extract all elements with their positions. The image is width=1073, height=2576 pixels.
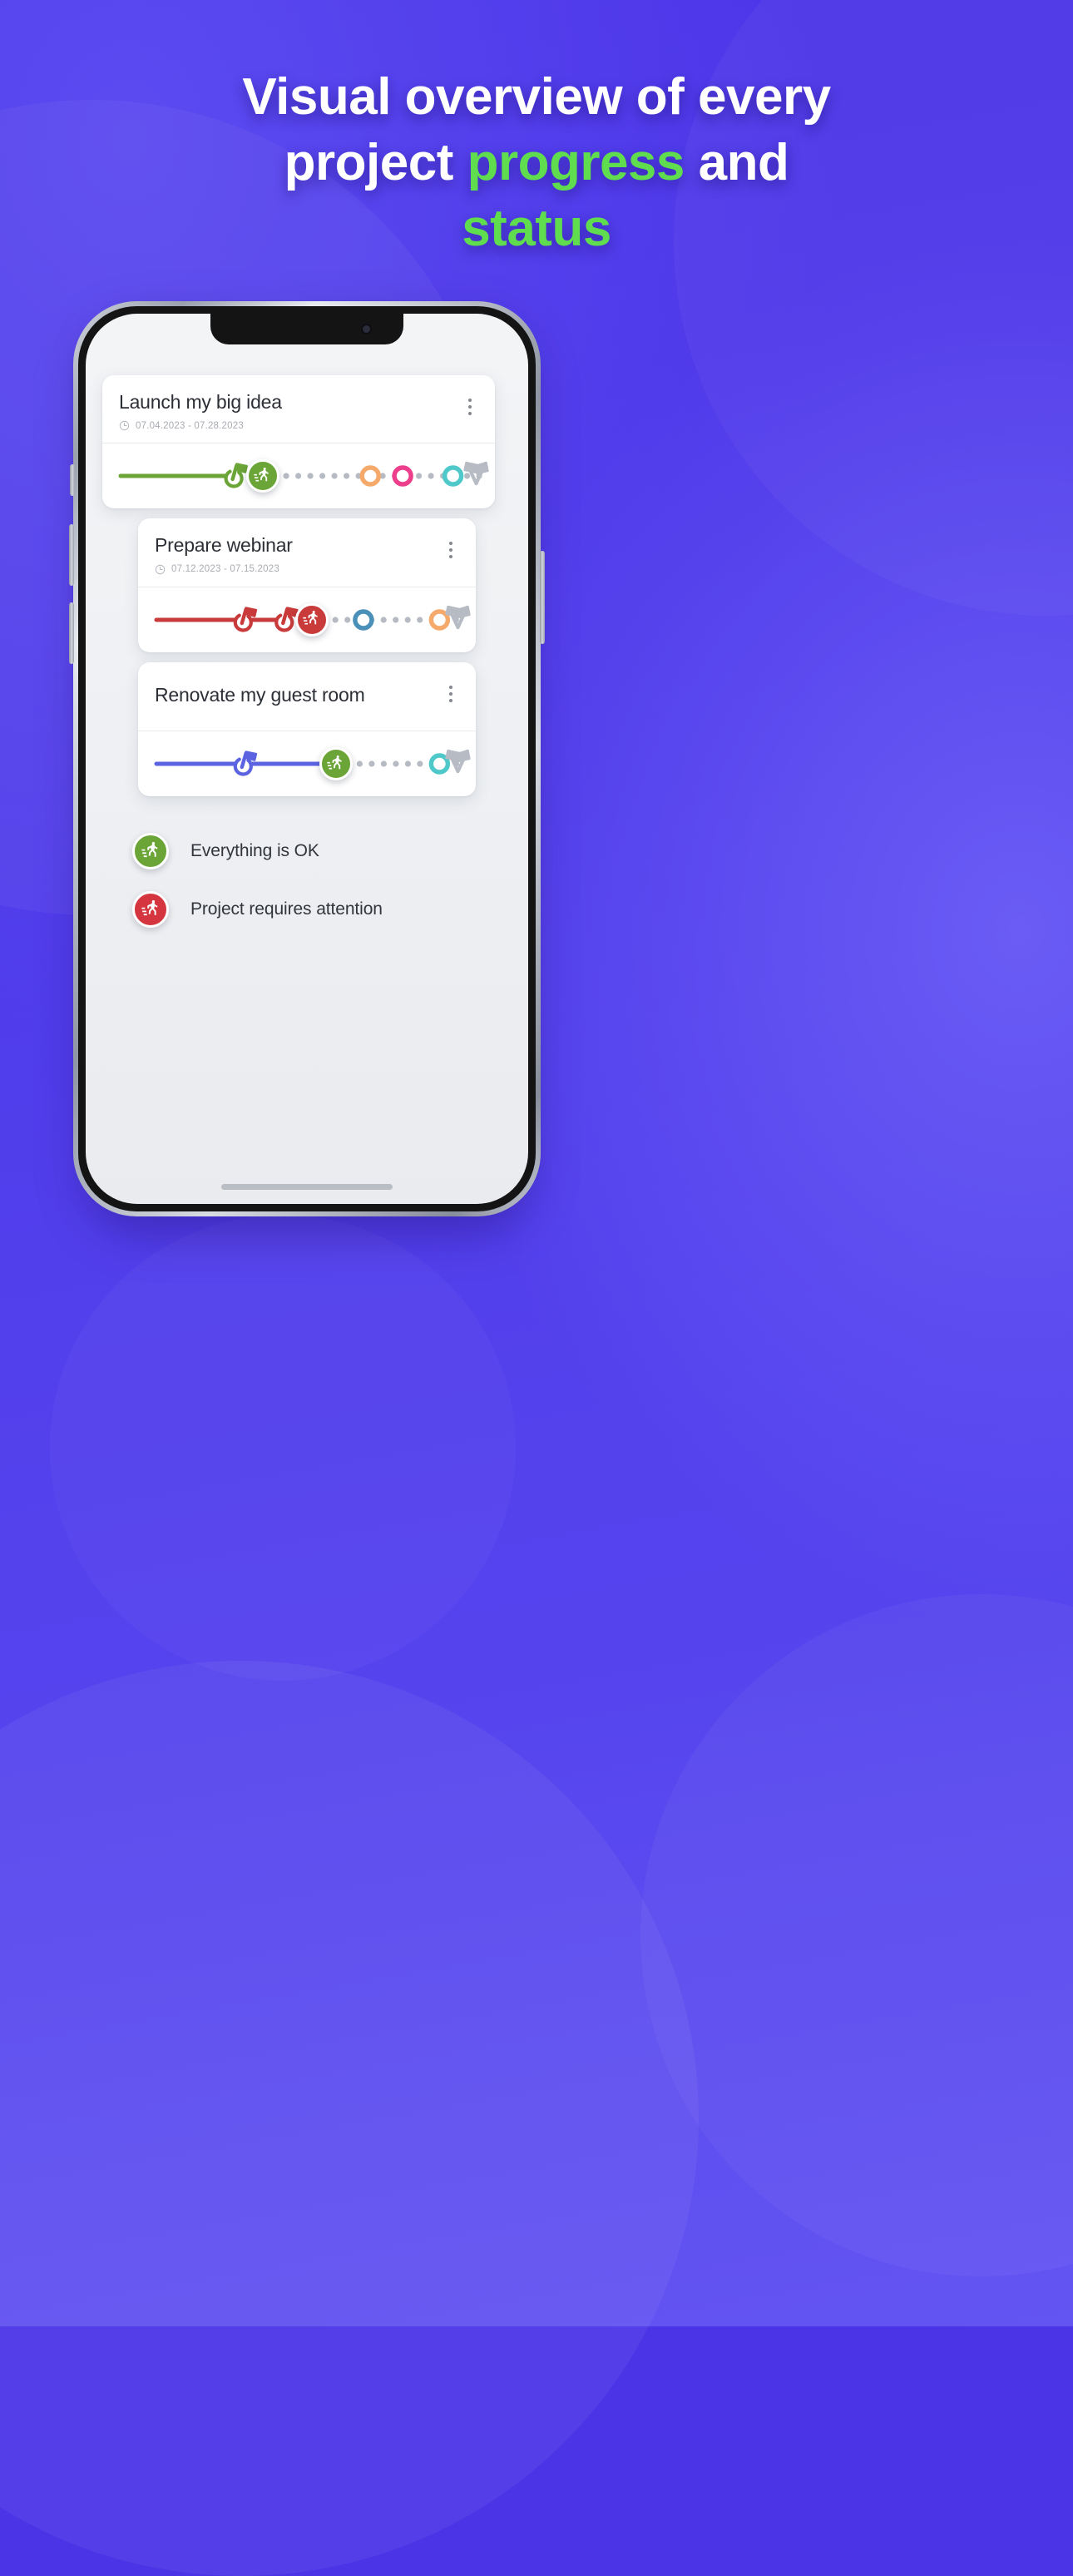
finish-flag-icon bbox=[463, 462, 489, 486]
project-date-range: 07.12.2023 - 07.15.2023 bbox=[171, 564, 279, 575]
phone-notch bbox=[210, 314, 403, 344]
project-date-range: 07.04.2023 - 07.28.2023 bbox=[136, 420, 244, 431]
kebab-menu-icon[interactable] bbox=[441, 682, 461, 706]
milestone-timeline[interactable] bbox=[138, 731, 476, 796]
kebab-menu-icon[interactable] bbox=[460, 395, 480, 419]
headline-line-1: Visual overview of every bbox=[242, 68, 831, 126]
headline-line-2: project progress and bbox=[58, 137, 1015, 189]
finish-flag-icon bbox=[445, 750, 471, 774]
project-card-header: Prepare webinar 07.12.2023 - 07.15.2023 bbox=[138, 518, 476, 586]
milestone-flag-icon bbox=[224, 463, 248, 489]
mute-switch[interactable] bbox=[70, 464, 75, 496]
power-button[interactable] bbox=[540, 551, 545, 644]
milestone-ring bbox=[392, 465, 413, 488]
project-date-range-row: 07.12.2023 - 07.15.2023 bbox=[155, 564, 459, 575]
volume-up-button[interactable] bbox=[69, 524, 74, 586]
milestone-flag-icon bbox=[274, 607, 299, 632]
bg-blob-5 bbox=[50, 1215, 516, 1681]
project-card[interactable]: Renovate my guest room bbox=[138, 661, 476, 797]
home-indicator[interactable] bbox=[221, 1184, 393, 1190]
headline-line-2-pre: project bbox=[284, 134, 467, 191]
project-card[interactable]: Launch my big idea 07.04.2023 - 07.28.202… bbox=[102, 375, 495, 509]
milestone-ring bbox=[442, 465, 464, 488]
headline-accent-progress: progress bbox=[467, 134, 685, 191]
timeline-container[interactable] bbox=[138, 731, 476, 796]
legend-label: Everything is OK bbox=[190, 841, 319, 861]
app-content: Launch my big idea 07.04.2023 - 07.28.202… bbox=[86, 314, 528, 1204]
legend-row: Everything is OK bbox=[132, 833, 528, 870]
project-status-badge[interactable] bbox=[294, 602, 329, 637]
project-title: Launch my big idea bbox=[119, 391, 282, 413]
front-camera-icon bbox=[361, 324, 372, 334]
project-title: Renovate my guest room bbox=[155, 683, 365, 706]
runner-icon bbox=[132, 833, 169, 870]
milestone-flag-icon bbox=[233, 751, 258, 776]
headline-line-2-post: and bbox=[684, 134, 789, 191]
project-card-header: Renovate my guest room bbox=[138, 662, 476, 731]
marketing-headline: Visual overview of every project progres… bbox=[0, 72, 1073, 269]
bg-blob-4 bbox=[640, 1594, 1073, 2276]
timeline-container[interactable] bbox=[102, 443, 495, 508]
milestone-ring bbox=[353, 609, 374, 631]
status-legend: Everything is OK Project requires attenti… bbox=[86, 833, 528, 929]
project-card[interactable]: Prepare webinar 07.12.2023 - 07.15.2023 bbox=[138, 518, 476, 652]
finish-flag-icon bbox=[445, 605, 471, 629]
project-card-header: Launch my big idea 07.04.2023 - 07.28.202… bbox=[102, 375, 495, 443]
kebab-menu-icon[interactable] bbox=[441, 538, 461, 562]
milestone-ring bbox=[359, 465, 381, 488]
project-status-badge[interactable] bbox=[319, 747, 353, 781]
phone-mockup: Launch my big idea 07.04.2023 - 07.28.202… bbox=[69, 301, 545, 1235]
clock-icon bbox=[119, 421, 130, 431]
project-date-range-row: 07.04.2023 - 07.28.2023 bbox=[119, 420, 478, 431]
phone-frame: Launch my big idea 07.04.2023 - 07.28.202… bbox=[69, 301, 545, 1216]
project-title: Prepare webinar bbox=[155, 534, 293, 557]
phone-screen: Launch my big idea 07.04.2023 - 07.28.202… bbox=[86, 314, 528, 1204]
legend-row: Project requires attention bbox=[132, 891, 528, 929]
project-status-badge[interactable] bbox=[245, 459, 279, 493]
bg-blob-3 bbox=[0, 1661, 699, 2576]
phone-body: Launch my big idea 07.04.2023 - 07.28.202… bbox=[78, 306, 536, 1211]
volume-down-button[interactable] bbox=[69, 602, 74, 664]
runner-icon bbox=[132, 891, 169, 929]
clock-icon bbox=[155, 564, 166, 575]
legend-label: Project requires attention bbox=[190, 899, 383, 919]
milestone-timeline[interactable] bbox=[102, 443, 495, 508]
headline-accent-status: status bbox=[462, 200, 611, 257]
timeline-container[interactable] bbox=[138, 587, 476, 652]
milestone-flag-icon bbox=[233, 607, 258, 632]
